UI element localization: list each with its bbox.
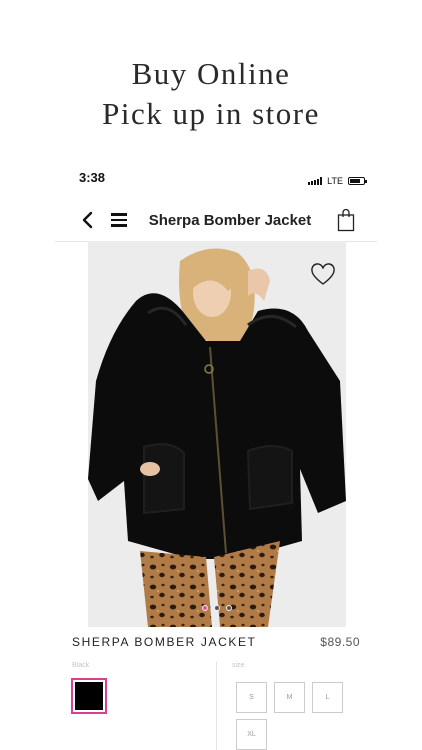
promo-subheadline: Pick up in store xyxy=(102,96,320,131)
color-label: Black xyxy=(72,662,90,669)
size-option-m[interactable]: M xyxy=(274,682,305,713)
size-option-l[interactable]: L xyxy=(312,682,343,713)
network-type: LTE xyxy=(327,176,343,186)
size-option-s[interactable]: S xyxy=(236,682,267,713)
pagination-dot[interactable] xyxy=(226,605,232,611)
product-image-carousel[interactable] xyxy=(88,241,346,627)
battery-icon xyxy=(348,177,367,185)
shopping-bag-icon[interactable] xyxy=(337,208,355,232)
page-title: Sherpa Bomber Jacket xyxy=(148,212,312,229)
size-label: size xyxy=(232,662,245,669)
product-price: $89.50 xyxy=(320,635,360,649)
product-name: SHERPA BOMBER JACKET xyxy=(72,635,257,649)
size-option-xl[interactable]: XL xyxy=(236,719,267,750)
signal-icon xyxy=(308,177,323,185)
color-swatch-black[interactable] xyxy=(71,678,107,714)
image-pagination[interactable] xyxy=(88,605,346,611)
product-photo xyxy=(88,241,346,627)
promo-headline: Buy Online xyxy=(131,56,291,91)
divider xyxy=(216,662,217,750)
pagination-dot[interactable] xyxy=(202,605,208,611)
hamburger-menu-icon[interactable] xyxy=(111,213,127,227)
back-chevron-icon[interactable] xyxy=(81,211,95,229)
status-bar: 3:38 LTE xyxy=(55,168,377,194)
status-indicators: LTE xyxy=(308,176,367,186)
status-time: 3:38 xyxy=(79,170,106,185)
heart-icon[interactable] xyxy=(310,263,336,287)
navigation-bar: Sherpa Bomber Jacket xyxy=(55,200,377,242)
pagination-dot[interactable] xyxy=(214,605,220,611)
